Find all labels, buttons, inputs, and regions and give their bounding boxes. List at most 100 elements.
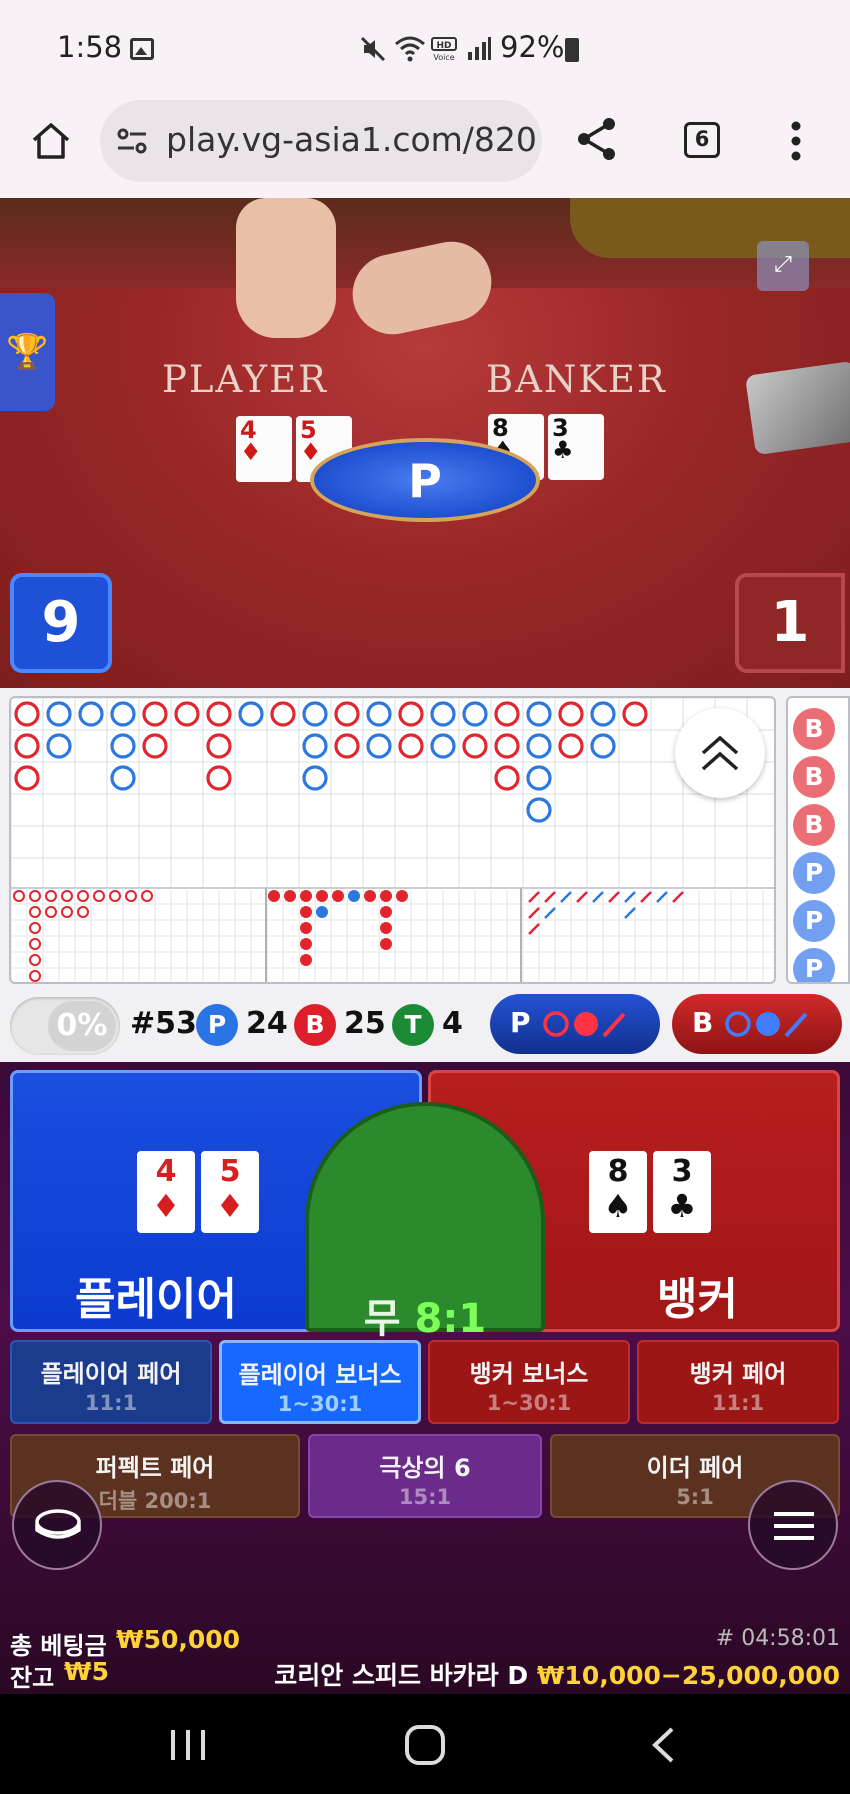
big-road-marker (302, 765, 328, 791)
small-road-marker (316, 906, 328, 918)
super-six-bet[interactable]: 극상의 6 15:1 (308, 1434, 542, 1518)
banker-pair-bet[interactable]: 뱅커 페어 11:1 (637, 1340, 839, 1424)
ask-player-button[interactable]: P (490, 994, 660, 1054)
big-road-marker (462, 701, 488, 727)
table-name: 코리안 스피드 바카라 D (274, 1661, 529, 1690)
table-player-label: PLAYER (162, 358, 328, 401)
big-road-marker (46, 701, 72, 727)
cockroach-road-marker (528, 907, 540, 919)
tab-switcher-button[interactable]: 6 (684, 122, 720, 158)
derived-road-marker (77, 906, 89, 918)
cockroach-road-marker (544, 891, 556, 903)
table-player-card-1: 4 ♦ (236, 416, 292, 482)
cockroach-road-marker (656, 891, 668, 903)
derived-road-marker (29, 970, 41, 982)
balance-value: ₩5 (64, 1657, 109, 1686)
trophy-icon[interactable]: 🏆 (0, 293, 55, 411)
table-info: 코리안 스피드 바카라 D ₩10,000−25,000,000 (274, 1656, 840, 1692)
recent-apps-icon[interactable] (168, 1728, 208, 1762)
small-road-marker (380, 906, 392, 918)
betting-area: 4 ♦ 5 ♦ 플레이어 8 ♠ 3 ♣ 뱅커 무 8:1 플레이어 페어 11:1 플… (0, 1062, 850, 1694)
site-settings-icon[interactable] (116, 126, 148, 156)
player-card-2: 5 ♦ (201, 1151, 259, 1233)
big-road-marker (110, 733, 136, 759)
cockroach-road-marker (576, 891, 588, 903)
side-bet-name: 뱅커 보너스 (469, 1360, 589, 1388)
derived-road-marker (93, 890, 105, 902)
address-bar[interactable]: play.vg-asia1.com/820 (100, 100, 542, 182)
url-text[interactable]: play.vg-asia1.com/820 (166, 120, 536, 159)
cockroach-road-marker (544, 907, 556, 919)
small-road-marker (316, 890, 328, 902)
small-road-marker (300, 938, 312, 950)
side-bet-odds: 15:1 (398, 1485, 452, 1509)
side-bet-name: 퍼펙트 페어 (95, 1454, 215, 1482)
cockroach-road-marker (672, 891, 684, 903)
banker-card-1: 8 ♠ (589, 1151, 647, 1233)
banker-score: 1 (735, 573, 845, 673)
side-bet-name: 플레이어 보너스 (238, 1361, 402, 1389)
player-score: 9 (10, 573, 112, 673)
mute-icon (360, 36, 386, 62)
banker-card-2: 3 ♣ (653, 1151, 711, 1233)
ask-banker-button[interactable]: B (672, 994, 842, 1054)
battery-percent: 92% (500, 30, 565, 64)
share-icon[interactable] (575, 116, 619, 162)
side-road-marker: B (793, 756, 835, 798)
menu-button[interactable] (748, 1480, 838, 1570)
round-number: #53 (130, 1006, 197, 1041)
big-road-marker (366, 733, 392, 759)
player-bet-label: 플레이어 (75, 1274, 237, 1325)
big-road-marker (302, 733, 328, 759)
derived-road-marker (77, 890, 89, 902)
big-road-marker (494, 765, 520, 791)
tie-bet-label: 무 8:1 (363, 1296, 487, 1342)
small-road-marker (380, 890, 392, 902)
stats-bar: 0% #53 P 24 B 25 T 4 P B (0, 990, 850, 1062)
side-bet-name: 극상의 6 (379, 1454, 471, 1482)
big-road-marker (526, 701, 552, 727)
more-options-icon[interactable] (790, 120, 802, 162)
player-pair-bet[interactable]: 플레이어 페어 11:1 (10, 1340, 212, 1424)
side-road-column: B B B P P P (786, 696, 850, 984)
collapse-roads-button[interactable] (675, 708, 765, 798)
player-bonus-bet[interactable]: 플레이어 보너스 1~30:1 (219, 1340, 421, 1424)
big-road-marker (142, 701, 168, 727)
banker-count: 25 (344, 1006, 386, 1041)
small-road-marker (380, 922, 392, 934)
balance-label: 잔고 (10, 1664, 55, 1692)
big-road-marker (366, 701, 392, 727)
big-road-marker (238, 701, 264, 727)
ask-player-label: P (510, 1006, 531, 1039)
page: 1:58 HD Voice 92% play.vg-asia1.com/820 6… (0, 0, 850, 1794)
side-bet-name: 뱅커 페어 (689, 1360, 787, 1388)
derived-road-marker (61, 906, 73, 918)
big-road-marker (142, 733, 168, 759)
status-bar: 1:58 HD Voice 92% (0, 0, 850, 96)
wifi-icon (395, 36, 425, 62)
browser-toolbar: play.vg-asia1.com/820 6 (0, 96, 850, 198)
big-road-marker (110, 701, 136, 727)
home-icon[interactable] (30, 120, 72, 162)
derived-road-marker (13, 890, 25, 902)
cockroach-road-marker (528, 923, 540, 935)
winner-badge: P (310, 438, 540, 522)
chips-button[interactable] (12, 1480, 102, 1570)
side-road-marker: P (793, 948, 835, 982)
big-road-marker (78, 701, 104, 727)
big-road-marker (302, 701, 328, 727)
tie-bet-spot[interactable]: 무 8:1 (305, 1102, 545, 1342)
big-road-marker (526, 733, 552, 759)
back-icon[interactable] (650, 1726, 676, 1764)
road-prediction-icon (543, 1011, 626, 1038)
road-grid (11, 698, 774, 982)
side-road-marker: B (793, 804, 835, 846)
total-bet-label: 총 베팅금 (10, 1632, 107, 1660)
dealer-hand-left (236, 198, 336, 338)
small-road-marker (268, 890, 280, 902)
home-nav-icon[interactable] (404, 1724, 446, 1766)
banker-bonus-bet[interactable]: 뱅커 보너스 1~30:1 (428, 1340, 630, 1424)
fullscreen-icon[interactable]: ⤢ (757, 241, 809, 291)
percent-toggle[interactable]: 0% (10, 997, 120, 1055)
table-limit: ₩10,000−25,000,000 (536, 1661, 840, 1690)
